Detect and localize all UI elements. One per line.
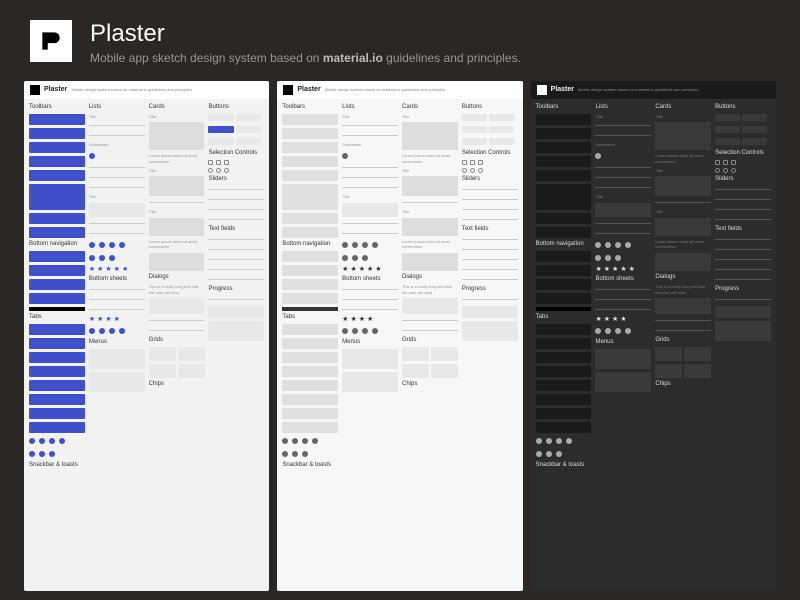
tab-sample [29,338,85,349]
button-sample [236,126,261,133]
section-buttons: Buttons [208,104,264,110]
card-sample [149,122,205,150]
section-sliders: Sliders [208,176,264,182]
tab-sample [29,324,85,335]
section-snackbar: Snackbar & toasts [29,462,85,468]
section-dialogs: Dialogs [149,274,205,280]
bottomnav-sample [29,265,85,276]
section-menus: Menus [89,339,145,345]
bottomnav-sample [29,251,85,262]
list-item [89,203,145,217]
toolbar-sample [29,114,85,125]
menu-sample [89,372,145,392]
tab-sample [29,394,85,405]
section-grids: Grids [149,337,205,343]
progress-sample [208,306,264,318]
progress-sample [208,321,264,341]
section-chips: Chips [149,381,205,387]
button-sample [208,138,233,145]
tab-sample [29,380,85,391]
plaster-logo [30,20,72,62]
toolbar-sample [29,184,85,210]
mini-logo [537,85,547,95]
panel-light-theme: PlasterMobile design system based on mat… [277,81,522,591]
tab-sample [29,352,85,363]
section-tabs: Tabs [29,314,85,320]
toolbar-sample [29,128,85,139]
toolbar-sample [29,227,85,238]
bottomnav-sample [29,307,85,311]
section-toolbars: Toolbars [29,104,85,110]
tab-sample [29,422,85,433]
panel-dark-theme: PlasterMobile design system based on mat… [531,81,776,591]
panel-header: PlasterMobile design system based on mat… [531,81,776,99]
main-header: Plaster Mobile app sketch design system … [0,0,800,81]
mini-logo [30,85,40,95]
theme-panels: PlasterMobile design system based on mat… [0,81,800,591]
panel-header: PlasterMobile design system based on mat… [24,81,269,99]
button-sample [236,114,261,121]
tab-sample [29,366,85,377]
toolbar-sample [29,170,85,181]
card-sample [149,253,205,271]
section-lists: Lists [89,104,145,110]
mini-logo [283,85,293,95]
section-selection: Selection Controls [208,150,264,156]
dialog-sample [149,298,205,314]
main-subtitle: Mobile app sketch design system based on… [90,51,521,65]
menu-sample [89,349,145,369]
section-textfields: Text fields [208,226,264,232]
bottomnav-sample [29,293,85,304]
bottomnav-sample [29,279,85,290]
section-progress: Progress [208,286,264,292]
button-sample [208,114,233,121]
section-bottomsheets: Bottom sheets [89,276,145,282]
card-sample [149,218,205,236]
toolbar-sample [29,213,85,224]
panel-header: PlasterMobile design system based on mat… [277,81,522,99]
button-sample [208,126,233,133]
card-sample [149,176,205,196]
button-sample [236,138,261,145]
toolbar-sample [29,156,85,167]
toolbar-sample [29,142,85,153]
main-title: Plaster [90,20,521,49]
rating-stars: ★★★★★ [89,266,145,273]
panel-color-theme: PlasterMobile design system based on mat… [24,81,269,591]
section-cards: Cards [149,104,205,110]
tab-sample [29,408,85,419]
section-bottomnav: Bottom navigation [29,241,85,247]
